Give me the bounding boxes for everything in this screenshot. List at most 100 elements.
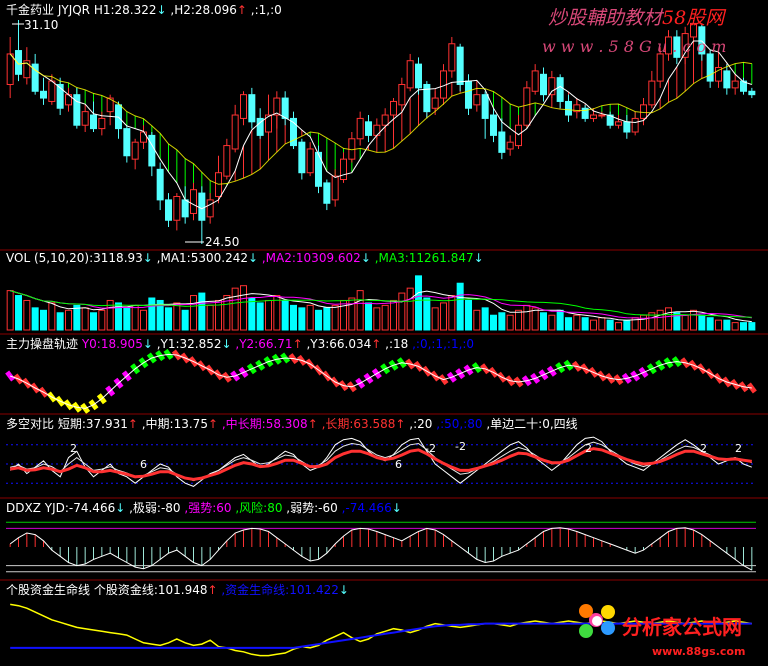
candle-body [465,80,472,109]
candle-body [381,114,389,126]
volume-bar [498,312,506,331]
volume-bar [590,319,597,331]
header-segment: ,:1,:0 [247,3,282,17]
candle-body [148,134,156,167]
candle-body [540,73,547,96]
candle-body [365,121,372,136]
candle-body [231,114,239,150]
candle-body [398,83,406,106]
volume-bar [681,314,689,331]
volume-bar [415,275,422,331]
volume-bar [481,307,489,331]
candle-body [223,145,231,177]
candle-body [340,158,347,181]
header-segment: ,Y1:32.852 [153,337,222,351]
volume-bar [548,314,556,331]
header-segment: 千金药业 [6,2,54,17]
header-segment: ,:20 [405,417,432,431]
candle-body [123,128,131,157]
volume-bar [65,309,72,331]
header-segment: ,弱势:-60 [282,501,337,515]
long-short-marker: 2 [735,442,742,455]
long-short-marker: 6 [140,458,147,471]
trajectory-line [10,353,752,409]
header-segment: ↑ [308,417,318,431]
volume-bar [331,304,339,331]
header-segment: ,H2:28.096 [167,3,237,17]
header-segment: 多空对比 短期:37.931 [6,417,128,431]
header-segment: ↑ [371,337,381,351]
volume-header: VOL (5,10,20):3118.93↓ ,MA1:5300.242↓ ,M… [6,251,484,265]
header-segment: ↓ [392,501,402,515]
candle-body [531,70,539,92]
volume-bar [698,314,706,331]
volume-bar [748,322,756,331]
volume-bar [48,302,56,331]
header-segment: JYJQR H1:28.322 [54,3,157,17]
volume-bar [690,309,697,331]
candle-body [473,94,481,106]
long-short-panel: 2 6 6 -2 -2 2 2 2 [6,436,756,487]
volume-bar [56,312,64,331]
volume-bar [306,304,314,331]
candle-body [240,94,247,119]
header-segment: ↑ [395,417,405,431]
header-segment: ,极弱:-80 [125,501,180,515]
long-short-marker: 2 [585,442,592,455]
candle-body [165,199,172,221]
candle-body [490,114,497,136]
candle-body [40,90,47,99]
volume-bar [540,312,547,331]
candle-body [731,80,739,89]
header-segment: 个股资金生命线 个股资金线:101.948 [6,582,207,597]
header-segment: DDXZ YJD:-74.466 [6,501,115,515]
long-short-marker: 6 [395,458,402,471]
candle-body [198,192,206,221]
candle-body [498,131,506,153]
header-segment: ,强势:60 [181,501,232,515]
header-segment: ↑ [128,417,138,431]
candle-body [356,117,364,140]
volume-bar [256,302,264,331]
header-segment: ↑ [207,583,217,597]
candle-body [456,46,464,85]
ddxz-line [9,527,753,571]
volume-bar [406,287,414,331]
candle-body [631,117,639,133]
volume-bar [606,319,614,331]
header-segment: ↓ [157,3,167,17]
candle-body [481,94,489,119]
header-segment: ↑ [293,337,303,351]
candle-body [390,100,397,116]
volume-bar [190,295,197,331]
volume-panel [6,275,756,331]
volume-bar [265,299,272,331]
header-segment: ,中长期:58.308 [218,416,308,431]
long-short-marker: -2 [455,440,466,453]
header-segment: ,风险:80 [232,500,283,515]
header-segment: ,:0,:1,:1,:0 [408,337,474,351]
long-short-header: 多空对比 短期:37.931↑ ,中期:13.75↑ ,中长期:58.308↑ … [6,416,578,431]
candle-body [656,53,664,82]
header-segment: ,Y3:66.034 [303,337,372,351]
candle-body [648,80,656,106]
price-header: 千金药业 JYJQR H1:28.322↓ ,H2:28.096↑ ,:1,:0 [6,2,282,17]
volume-bar [398,292,406,331]
header-segment: ,资金生命线:101.422 [218,582,339,597]
volume-bar [131,304,139,331]
candle-body [723,70,731,89]
volume-bar [473,309,481,331]
watermark-url: w w w . 5 8 G u . c o m [542,37,726,56]
header-segment: ↓ [143,251,153,265]
watermark-bottom-url: www.88gs.com [652,645,745,658]
volume-bar [390,299,397,331]
candle-body [98,117,106,130]
header-segment: ↓ [474,251,484,265]
candle-body [248,94,256,123]
volume-bar [206,304,214,331]
long-short-marker: -2 [425,442,436,455]
main-force-header: 主力操盘轨迹 Y0:18.905↓ ,Y1:32.852↓ ,Y2:66.71↑… [6,336,474,351]
volume-bar [640,314,647,331]
volume-bar [148,297,156,331]
volume-bar [715,319,722,331]
